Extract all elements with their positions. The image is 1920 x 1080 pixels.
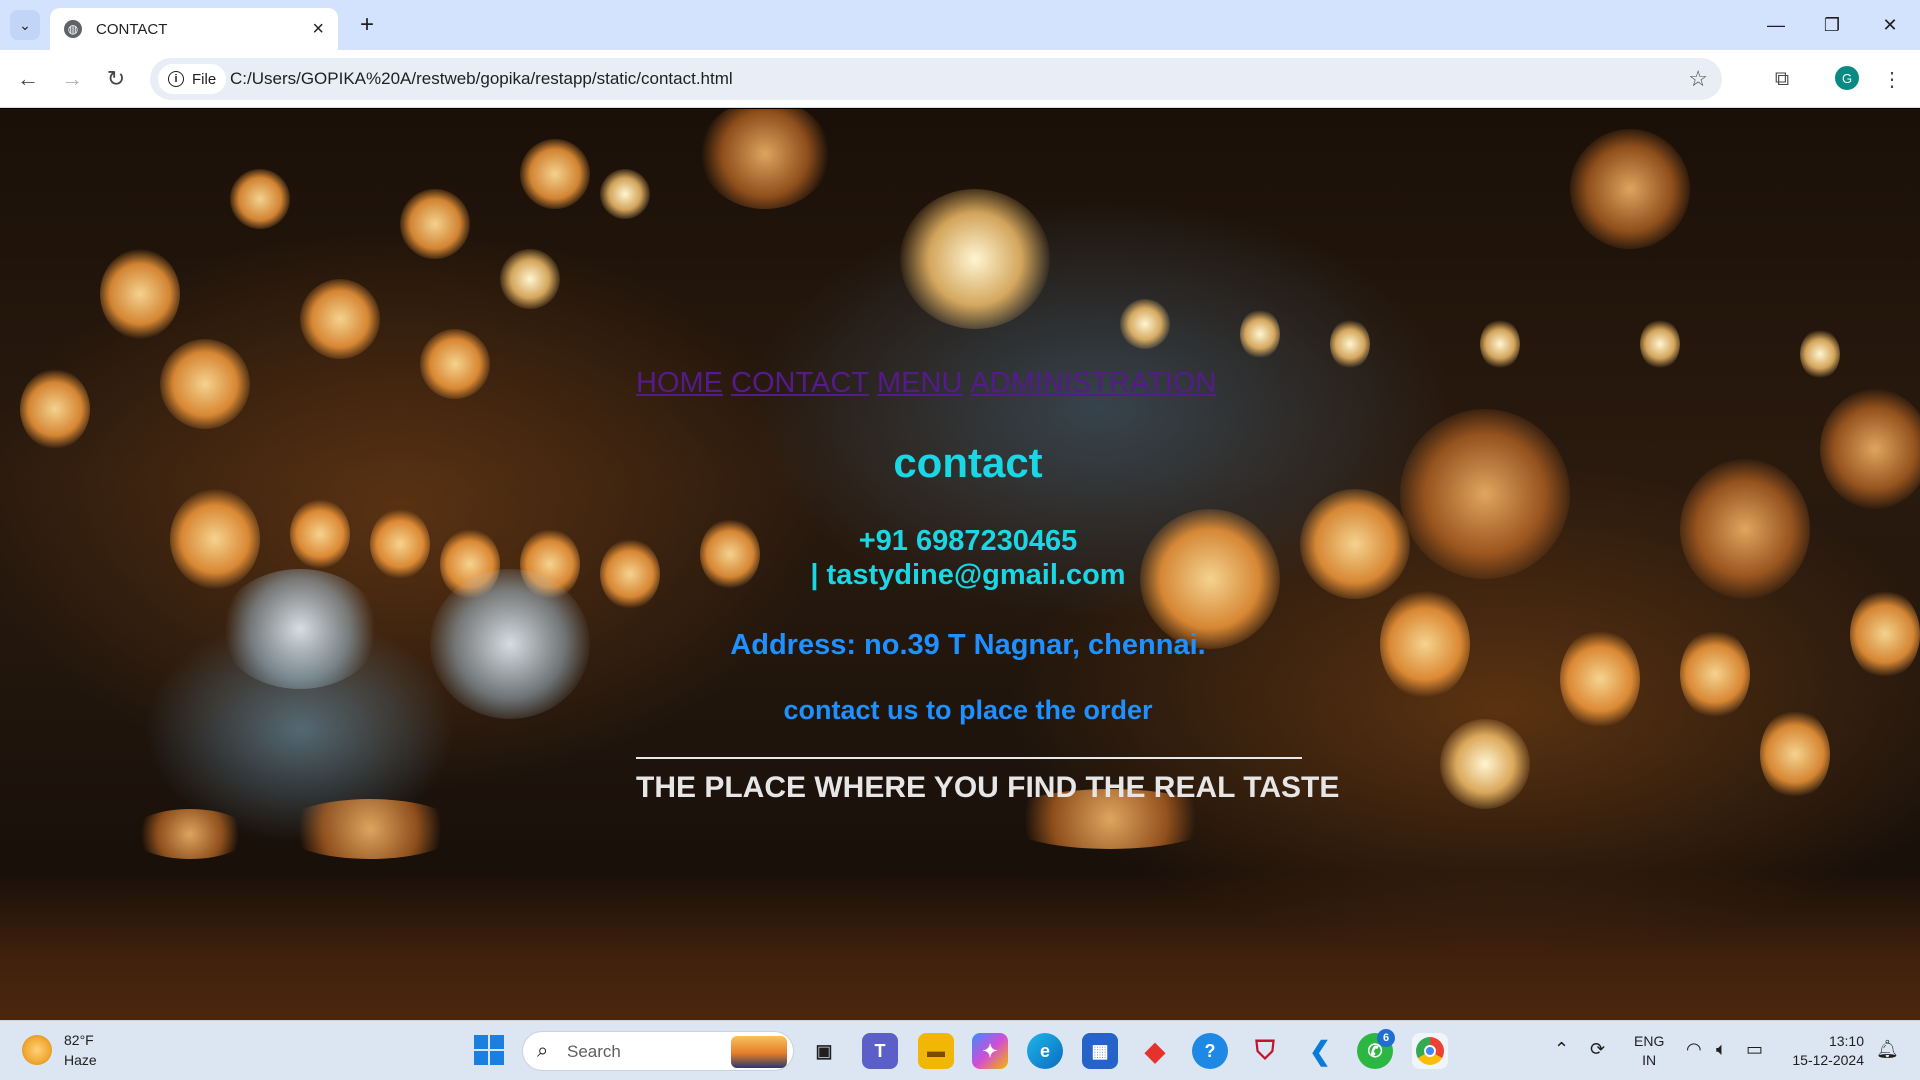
search-placeholder: Search	[567, 1042, 621, 1061]
back-button[interactable]: ←	[12, 63, 44, 95]
globe-icon: ◍	[64, 20, 82, 38]
info-icon: i	[168, 71, 184, 87]
git-diamond-icon[interactable]: ◆	[1137, 1033, 1173, 1069]
site-info-chip[interactable]: i File	[158, 64, 227, 94]
weather-haze-icon[interactable]	[22, 1035, 52, 1065]
teams-icon[interactable]: T	[862, 1033, 898, 1069]
help-icon[interactable]: ?	[1192, 1033, 1228, 1069]
search-icon: ⌕	[537, 1040, 549, 1062]
windows-start-icon[interactable]	[474, 1035, 504, 1065]
nav-link-administration[interactable]: ADMINISTRATION	[970, 367, 1216, 399]
task-view-icon[interactable]: ▣	[806, 1033, 842, 1069]
chrome-logo	[1416, 1037, 1444, 1065]
minimize-button[interactable]: —	[1754, 8, 1798, 42]
language-code: ENG	[1634, 1033, 1665, 1049]
contact-info: +91 6987230465 | tastydine@gmail.com	[0, 524, 1920, 592]
clock[interactable]: 13:10 15-12-2024	[1786, 1032, 1864, 1070]
weather-description[interactable]: Haze	[64, 1052, 97, 1068]
language-indicator[interactable]: ENG IN	[1634, 1032, 1664, 1070]
url-text[interactable]: C:/Users/GOPIKA%20A/restweb/gopika/resta…	[230, 69, 733, 89]
email-address: | tastydine@gmail.com	[810, 559, 1126, 591]
restore-button[interactable]: ❐	[1810, 8, 1854, 42]
whatsapp-badge: 6	[1377, 1029, 1395, 1047]
tagline: THE PLACE WHERE YOU FIND THE REAL TASTE	[636, 771, 1340, 804]
profile-avatar[interactable]: G	[1835, 66, 1859, 90]
nav-link-menu[interactable]: MENU	[877, 367, 962, 399]
order-text: contact us to place the order	[783, 695, 1153, 725]
vscode-icon[interactable]: ❮	[1302, 1033, 1338, 1069]
contact-content: HOME CONTACT MENU ADMINISTRATION contact +9…	[0, 109, 1920, 1020]
taskbar-search[interactable]: ⌕ Search	[522, 1031, 794, 1071]
edge-icon[interactable]: e	[1027, 1033, 1063, 1069]
page-heading: contact	[893, 439, 1043, 486]
clock-time: 13:10	[1828, 1033, 1864, 1049]
copilot-icon[interactable]: ✦	[972, 1033, 1008, 1069]
wifi-icon[interactable]: ◠	[1686, 1039, 1702, 1060]
page-viewport: HOME CONTACT MENU ADMINISTRATION contact +9…	[0, 109, 1920, 1020]
notification-bell-icon[interactable]: 🔔︎	[1876, 1039, 1899, 1060]
phone-number: +91 6987230465	[858, 525, 1078, 557]
file-explorer-icon[interactable]: ▬	[918, 1033, 954, 1069]
region-code: IN	[1642, 1052, 1657, 1068]
nav-link-home[interactable]: HOME	[636, 367, 723, 399]
browser-toolbar: ← → ↻ i File C:/Users/GOPIKA%20A/restweb…	[0, 50, 1920, 108]
bookmark-star-icon[interactable]: ☆	[1688, 66, 1708, 92]
forward-button[interactable]: →	[56, 63, 88, 95]
store-icon[interactable]: ▦	[1082, 1033, 1118, 1069]
search-highlight-image	[731, 1036, 787, 1068]
volume-icon[interactable]: 🔈︎	[1716, 1039, 1727, 1060]
chevron-up-icon[interactable]: ⌃	[1554, 1039, 1569, 1060]
address-text: Address: no.39 T Nagnar, chennai.	[730, 629, 1206, 661]
tab-search-button[interactable]: ⌄	[10, 10, 40, 40]
extensions-icon[interactable]: ⧉	[1766, 63, 1798, 95]
address-bar[interactable]: i File C:/Users/GOPIKA%20A/restweb/gopik…	[150, 58, 1722, 100]
browser-tab[interactable]: ◍ CONTACT ×	[50, 8, 338, 50]
sync-icon[interactable]: ⟳	[1590, 1039, 1605, 1060]
divider	[636, 757, 1302, 759]
close-tab-icon[interactable]: ×	[312, 19, 324, 39]
tab-title: CONTACT	[96, 20, 168, 38]
battery-icon[interactable]: ▭	[1746, 1039, 1763, 1060]
clock-date: 15-12-2024	[1792, 1052, 1864, 1068]
browser-tab-bar: ⌄ ◍ CONTACT × + — ❐ ✕	[0, 0, 1920, 50]
main-nav: HOME CONTACT MENU ADMINISTRATION	[636, 367, 1224, 400]
menu-kebab-icon[interactable]: ⋮	[1876, 63, 1908, 95]
nav-link-contact[interactable]: CONTACT	[731, 367, 869, 399]
chrome-logo-center	[1424, 1045, 1436, 1057]
new-tab-button[interactable]: +	[352, 10, 382, 40]
site-info-label: File	[192, 70, 217, 88]
chevron-down-icon: ⌄	[19, 16, 31, 33]
mcafee-shield-icon[interactable]: ⛉	[1247, 1033, 1283, 1069]
whatsapp-icon[interactable]: ✆ 6	[1357, 1029, 1395, 1069]
weather-temperature[interactable]: 82°F	[64, 1032, 94, 1048]
chrome-icon[interactable]	[1412, 1033, 1448, 1069]
close-window-button[interactable]: ✕	[1868, 8, 1912, 42]
reload-button[interactable]: ↻	[100, 63, 132, 95]
windows-taskbar: 82°F Haze ⌕ Search ▣ T ▬ ✦ e ▦ ◆ ? ⛉ ❮ ✆…	[0, 1020, 1920, 1080]
